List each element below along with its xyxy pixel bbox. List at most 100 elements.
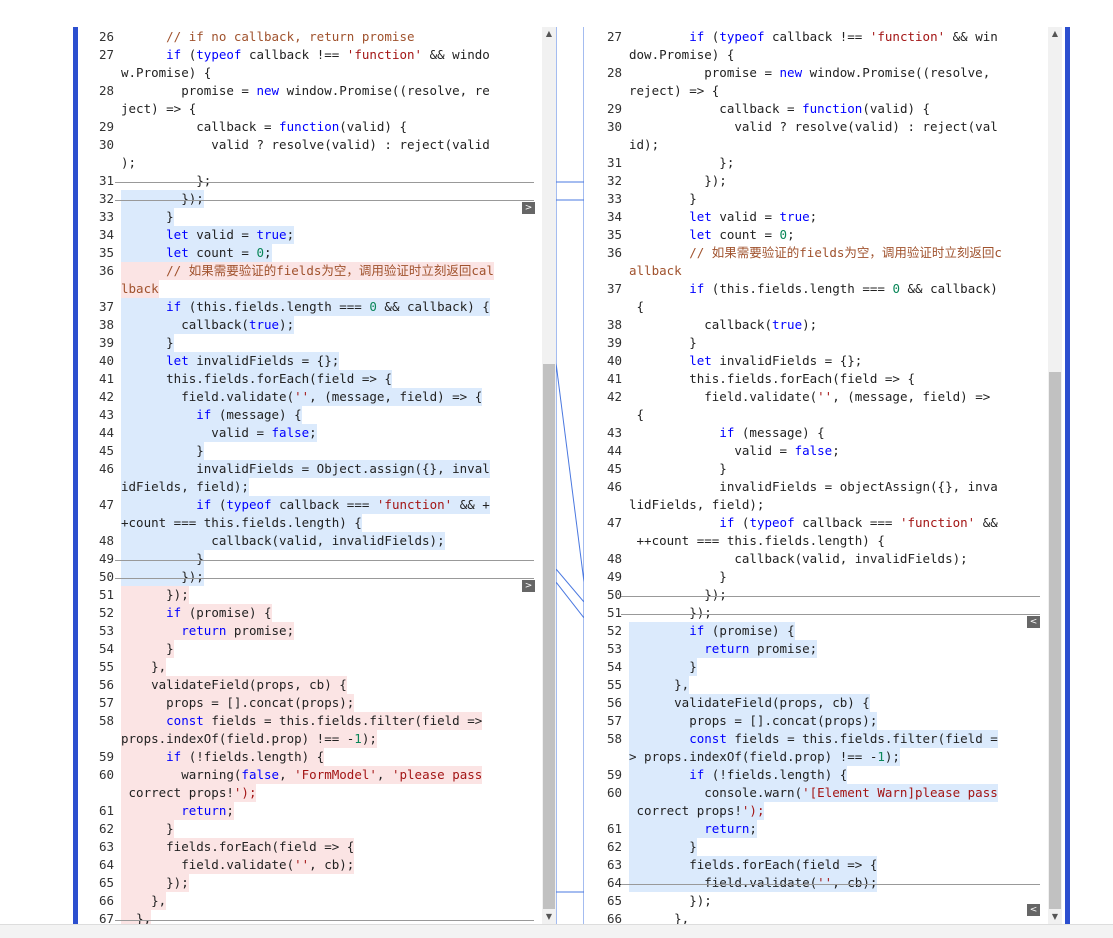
code-line[interactable]: if (this.fields.length === 0 && callback…: [629, 280, 998, 298]
code-line[interactable]: validateField(props, cb) {: [629, 694, 870, 712]
code-line[interactable]: valid ? resolve(valid) : reject(valid: [121, 136, 489, 154]
code-line[interactable]: if (message) {: [121, 406, 302, 424]
code-line[interactable]: console.warn('[Element Warn]please pass: [629, 784, 998, 802]
code-line[interactable]: valid = false;: [121, 424, 317, 442]
code-line[interactable]: lidFields, field);: [629, 496, 764, 514]
code-line[interactable]: }: [629, 460, 727, 478]
arrow-up-icon[interactable]: ▲: [542, 27, 556, 41]
code-line[interactable]: valid ? resolve(valid) : reject(val: [629, 118, 997, 136]
code-line[interactable]: if (!fields.length) {: [629, 766, 848, 784]
code-line[interactable]: callback(true);: [121, 316, 295, 334]
code-line[interactable]: });: [629, 172, 727, 190]
code-line[interactable]: // 如果需要验证的fields为空，调用验证时立刻返回cal: [121, 262, 494, 280]
code-line[interactable]: {: [629, 406, 645, 424]
code-line[interactable]: warning(false, 'FormModel', 'please pass: [121, 766, 483, 784]
code-line[interactable]: field.validate('', (message, field) =>: [629, 388, 990, 406]
code-line[interactable]: let invalidFields = {};: [629, 352, 862, 370]
code-line[interactable]: });: [629, 604, 712, 622]
code-line[interactable]: }: [121, 334, 174, 352]
code-line[interactable]: });: [121, 874, 189, 892]
code-line[interactable]: return;: [629, 820, 757, 838]
code-line[interactable]: let count = 0;: [121, 244, 272, 262]
code-line[interactable]: });: [121, 568, 204, 586]
left-editor-pane[interactable]: 26 // if no callback, return promise 27 i…: [78, 27, 540, 924]
code-line[interactable]: correct props!');: [629, 802, 765, 820]
code-line[interactable]: promise = new window.Promise((resolve,: [629, 64, 990, 82]
arrow-down-icon[interactable]: ▼: [1048, 910, 1062, 924]
code-line[interactable]: callback = function(valid) {: [121, 118, 407, 136]
code-line[interactable]: if (typeof callback !== 'function' && wi…: [121, 46, 490, 64]
code-line[interactable]: }: [121, 640, 174, 658]
left-scrollbar[interactable]: ▲ ▼: [542, 27, 556, 924]
code-line[interactable]: // 如果需要验证的fields为空，调用验证时立刻返回c: [629, 244, 1002, 262]
code-line[interactable]: }: [121, 820, 174, 838]
code-line[interactable]: fields.forEach(field => {: [629, 856, 878, 874]
code-line[interactable]: let count = 0;: [629, 226, 794, 244]
code-line[interactable]: > props.indexOf(field.prop) !== -1);: [629, 748, 900, 766]
code-line[interactable]: };: [121, 172, 211, 190]
code-line[interactable]: callback(valid, invalidFields);: [121, 532, 445, 550]
code-line[interactable]: if (this.fields.length === 0 && callback…: [121, 298, 490, 316]
code-line[interactable]: dow.Promise) {: [629, 46, 734, 64]
code-line[interactable]: // if no callback, return promise: [121, 28, 414, 46]
code-line[interactable]: );: [121, 154, 136, 172]
right-editor-pane[interactable]: 27 if (typeof callback !== 'function' &&…: [586, 27, 1048, 924]
code-line[interactable]: }: [121, 208, 174, 226]
code-line[interactable]: let invalidFields = {};: [121, 352, 340, 370]
code-line[interactable]: let valid = true;: [629, 208, 817, 226]
left-scrollbar-thumb[interactable]: [543, 364, 555, 909]
code-line[interactable]: fields.forEach(field => {: [121, 838, 355, 856]
code-line[interactable]: }: [629, 568, 727, 586]
code-line[interactable]: }: [629, 334, 697, 352]
code-line[interactable]: this.fields.forEach(field => {: [629, 370, 915, 388]
code-line[interactable]: field.validate('', cb);: [629, 874, 878, 892]
code-line[interactable]: callback = function(valid) {: [629, 100, 930, 118]
code-line[interactable]: lback: [121, 280, 159, 298]
code-line[interactable]: },: [121, 892, 167, 910]
code-line[interactable]: },: [121, 658, 167, 676]
code-line[interactable]: });: [121, 190, 204, 208]
code-line[interactable]: idFields, field);: [121, 478, 249, 496]
code-line[interactable]: reject) => {: [629, 82, 719, 100]
expand-right-icon[interactable]: >: [522, 580, 535, 592]
code-line[interactable]: };: [629, 154, 734, 172]
code-line[interactable]: const fields = this.fields.filter(field …: [629, 730, 998, 748]
code-line[interactable]: },: [629, 676, 690, 694]
code-line[interactable]: }: [629, 190, 697, 208]
code-line[interactable]: {: [629, 298, 645, 316]
code-line[interactable]: validateField(props, cb) {: [121, 676, 347, 694]
code-line[interactable]: w.Promise) {: [121, 64, 211, 82]
expand-left-icon[interactable]: <: [1027, 904, 1040, 916]
code-line[interactable]: allback: [629, 262, 682, 280]
code-line[interactable]: },: [629, 910, 689, 924]
code-line[interactable]: valid = false;: [629, 442, 839, 460]
code-line[interactable]: if (!fields.length) {: [121, 748, 325, 766]
code-line[interactable]: return;: [121, 802, 234, 820]
code-line[interactable]: props = [].concat(props);: [629, 712, 878, 730]
arrow-up-icon[interactable]: ▲: [1048, 27, 1062, 41]
code-line[interactable]: callback(true);: [629, 316, 817, 334]
code-line[interactable]: if (promise) {: [121, 604, 272, 622]
code-line[interactable]: invalidFields = Object.assign({}, inval: [121, 460, 490, 478]
code-line[interactable]: +count === this.fields.length) {: [121, 514, 362, 532]
expand-right-icon[interactable]: >: [522, 202, 535, 214]
code-line[interactable]: }: [629, 658, 697, 676]
code-line[interactable]: if (typeof callback !== 'function' && wi…: [629, 28, 998, 46]
code-line[interactable]: ject) => {: [121, 100, 196, 118]
code-line[interactable]: props = [].concat(props);: [121, 694, 355, 712]
code-line[interactable]: }: [121, 442, 204, 460]
code-line[interactable]: field.validate('', cb);: [121, 856, 355, 874]
code-line[interactable]: }: [629, 838, 697, 856]
code-line[interactable]: });: [629, 586, 727, 604]
code-line[interactable]: if (message) {: [629, 424, 824, 442]
code-line[interactable]: promise = new window.Promise((resolve, r…: [121, 82, 490, 100]
code-line[interactable]: const fields = this.fields.filter(field …: [121, 712, 483, 730]
code-line[interactable]: },: [121, 910, 152, 924]
code-line[interactable]: });: [121, 586, 189, 604]
code-line[interactable]: if (typeof callback === 'function' && +: [121, 496, 490, 514]
code-line[interactable]: }: [121, 550, 204, 568]
code-line[interactable]: ++count === this.fields.length) {: [629, 532, 885, 550]
arrow-down-icon[interactable]: ▼: [542, 910, 556, 924]
code-line[interactable]: return promise;: [629, 640, 818, 658]
code-line[interactable]: correct props!');: [121, 784, 257, 802]
